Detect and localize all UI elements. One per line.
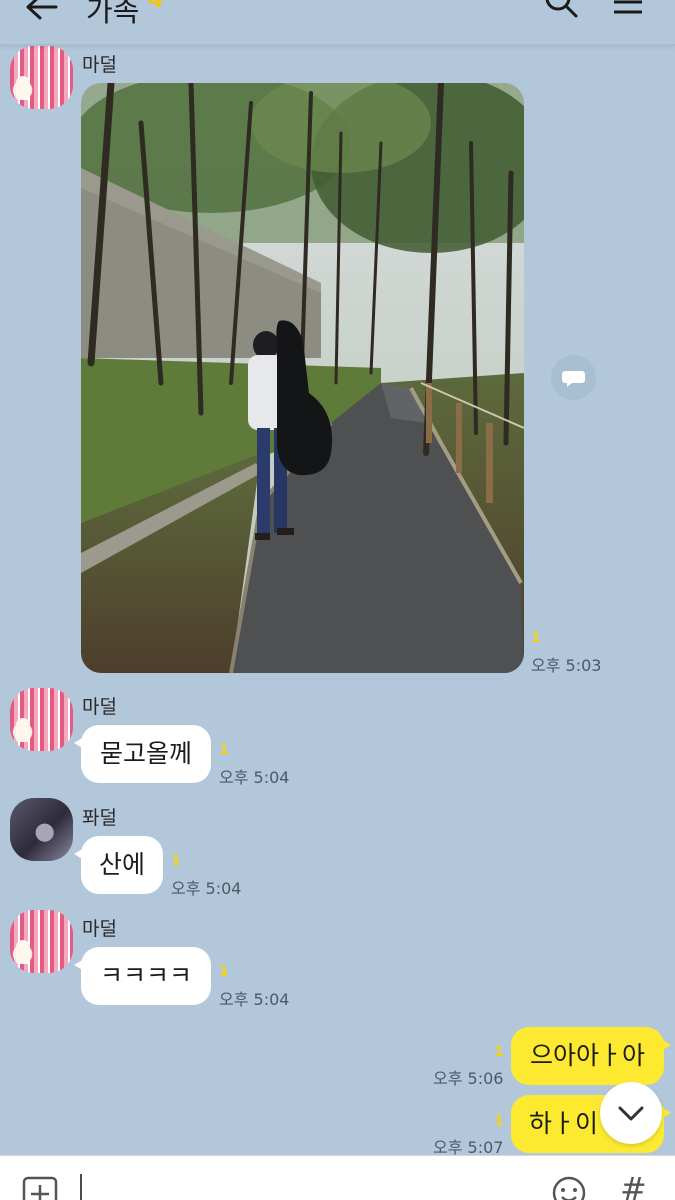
message-time: 오후 5:06 (433, 1069, 504, 1088)
chat-title: 가족 (86, 0, 140, 28)
message-text: ㅋㅋㅋㅋ (99, 961, 192, 990)
unread-count: 1 (494, 1044, 504, 1060)
share-button[interactable] (551, 355, 596, 400)
avatar-mother[interactable] (10, 910, 73, 973)
unread-count: 1 (171, 853, 181, 869)
message-bubble[interactable]: ㅋㅋㅋㅋ (74, 947, 211, 1005)
message-text: 산에 (98, 850, 145, 879)
avatar-father[interactable] (10, 798, 73, 861)
chevron-down-icon (618, 1106, 644, 1121)
emoji-icon[interactable] (552, 1176, 586, 1200)
unread-count: 1 (219, 742, 229, 758)
hamburger-menu-icon[interactable] (612, 0, 644, 16)
message-bubble[interactable]: 산에 (74, 836, 163, 894)
unread-count: 1 (494, 1113, 504, 1129)
unread-count: 1 (531, 630, 541, 646)
avatar-mother[interactable] (10, 46, 73, 109)
message-text: 으아아ㅏ아 (529, 1041, 645, 1070)
message-time: 오후 5:04 (219, 990, 290, 1009)
sender-name: 마덜 (82, 54, 117, 76)
message-bubble[interactable]: 묻고올께 (74, 725, 211, 783)
message-time: 오후 5:04 (219, 768, 290, 787)
plus-square-icon[interactable] (22, 1176, 58, 1200)
arrow-left-icon[interactable] (24, 0, 58, 20)
message-time: 오후 5:03 (531, 656, 602, 675)
speech-bubble-icon (562, 371, 585, 387)
message-text: 묻고올께 (99, 739, 192, 768)
my-message-bubble[interactable]: 으아아ㅏ아 (511, 1027, 671, 1085)
hashtag-icon[interactable]: # (620, 1170, 647, 1200)
message-time: 오후 5:04 (171, 879, 242, 898)
avatar-mother[interactable] (10, 688, 73, 751)
member-count: 4 (148, 0, 164, 13)
scroll-down-button[interactable] (600, 1082, 662, 1144)
sender-name: 마덜 (82, 918, 117, 940)
search-icon[interactable] (545, 0, 579, 18)
message-input[interactable] (80, 1174, 82, 1200)
sender-name: 마덜 (82, 696, 117, 718)
sender-name: 퐈덜 (82, 807, 117, 829)
photo-forest-path (81, 83, 524, 673)
chat-header: 가족 4 (0, 0, 675, 46)
message-input-bar: # (0, 1155, 675, 1200)
unread-count: 1 (219, 964, 229, 980)
shared-photo[interactable] (81, 83, 524, 673)
